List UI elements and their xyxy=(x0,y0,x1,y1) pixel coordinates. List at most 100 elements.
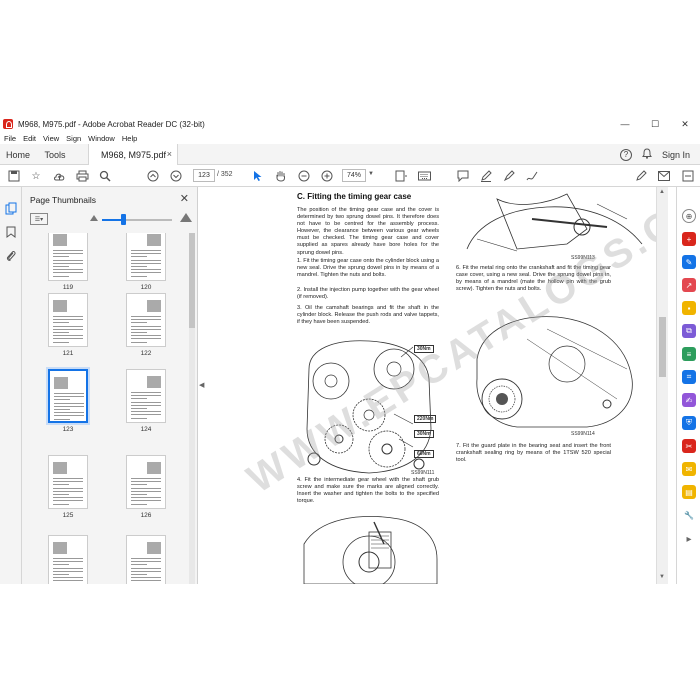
menu-view[interactable]: View xyxy=(43,134,59,143)
email-icon[interactable] xyxy=(656,168,672,184)
redact-icon[interactable]: ✂ xyxy=(682,439,696,453)
page-thumbnail[interactable] xyxy=(48,455,88,509)
menu-help[interactable]: Help xyxy=(122,134,137,143)
large-thumbnail-icon xyxy=(180,213,192,222)
menu-window[interactable]: Window xyxy=(88,134,115,143)
edit-pdf-icon[interactable]: ✎ xyxy=(682,255,696,269)
protect-icon[interactable]: ⛨ xyxy=(682,416,696,430)
scroll-down-icon[interactable]: ▼ xyxy=(659,574,665,580)
tab-home[interactable]: Home xyxy=(0,144,36,165)
thumbnail-text-line xyxy=(131,316,161,317)
more-tools-icon[interactable] xyxy=(680,168,696,184)
search-icon[interactable] xyxy=(97,168,113,184)
page-number-input[interactable]: 123 xyxy=(193,169,215,182)
document-scrollbar[interactable]: ▲ ▼ xyxy=(656,187,668,584)
thumbnail-text-line xyxy=(53,325,83,327)
page-thumbnail[interactable] xyxy=(126,233,166,281)
tab-tools[interactable]: Tools xyxy=(36,144,74,165)
page-display-icon[interactable] xyxy=(393,168,409,184)
page-thumbnail[interactable] xyxy=(126,535,166,584)
minimize-button[interactable]: — xyxy=(610,116,640,132)
zoom-out-icon[interactable] xyxy=(296,168,312,184)
select-cursor-icon[interactable] xyxy=(250,168,266,184)
collapse-panel-icon[interactable]: ◀ xyxy=(199,381,204,389)
zoom-in-icon[interactable] xyxy=(319,168,335,184)
thumbnail-text-line xyxy=(131,417,147,419)
page-up-icon[interactable] xyxy=(145,168,161,184)
keyboard-icon[interactable] xyxy=(416,168,432,184)
thumbnail-text-line xyxy=(131,269,161,271)
page-down-icon[interactable] xyxy=(168,168,184,184)
scan-ocr-icon[interactable]: ⌗ xyxy=(682,370,696,384)
thumbnail-scrollbar-thumb[interactable] xyxy=(189,233,195,328)
hand-tool-icon[interactable] xyxy=(273,168,289,184)
highlight-pen-icon[interactable] xyxy=(478,168,494,184)
thumbnail-text-line xyxy=(53,481,83,483)
zoom-level-select[interactable]: 74% xyxy=(342,169,366,182)
sign-pen-icon[interactable] xyxy=(633,168,649,184)
menu-file[interactable]: File xyxy=(4,134,16,143)
more-tools-wrench-icon[interactable]: 🔧 xyxy=(682,508,696,522)
compare-files-icon[interactable]: ▤ xyxy=(682,485,696,499)
thumbnail-text-line xyxy=(53,561,83,563)
page-thumbnail[interactable] xyxy=(126,455,166,509)
page-thumbnail[interactable] xyxy=(48,233,88,281)
thumbnail-text-line xyxy=(53,275,69,277)
bell-icon[interactable] xyxy=(642,147,652,162)
page-thumbnail[interactable] xyxy=(126,369,166,423)
organize-pages-icon[interactable]: ≡ xyxy=(682,347,696,361)
page-thumbnail[interactable] xyxy=(48,535,88,584)
thumbnail-text-line xyxy=(131,250,161,251)
thumbnail-text-line xyxy=(53,487,83,489)
thumbnail-image-block xyxy=(53,542,67,554)
thumbnail-scrollbar[interactable] xyxy=(189,233,195,584)
thumbnail-text-line xyxy=(131,404,161,406)
collapse-tools-icon[interactable]: ▸ xyxy=(682,532,696,546)
menu-edit[interactable]: Edit xyxy=(23,134,36,143)
print-icon[interactable] xyxy=(74,168,90,184)
save-icon[interactable] xyxy=(6,168,22,184)
thumbnail-text-line xyxy=(53,341,69,343)
thumbnail-text-line xyxy=(53,570,83,572)
tab-close-button[interactable]: × xyxy=(167,149,172,159)
menu-sign[interactable]: Sign xyxy=(66,134,81,143)
thumbnail-text-line xyxy=(53,328,83,330)
help-icon[interactable]: ? xyxy=(619,148,632,161)
thumbnail-text-line xyxy=(53,316,83,317)
scroll-up-icon[interactable]: ▲ xyxy=(659,189,665,195)
tab-document[interactable]: M968, M975.pdf × xyxy=(88,144,178,165)
thumbnail-page-number: 121 xyxy=(62,350,74,357)
panel-close-button[interactable]: ✕ xyxy=(180,192,189,205)
combine-files-icon[interactable]: ⧉ xyxy=(682,324,696,338)
maximize-button[interactable]: ☐ xyxy=(640,116,670,132)
sign-in-link[interactable]: Sign In xyxy=(662,150,690,160)
attachment-icon[interactable] xyxy=(4,249,18,263)
thumbnail-text-line xyxy=(53,577,83,579)
document-scrollbar-thumb[interactable] xyxy=(659,317,666,377)
fill-and-sign-icon[interactable]: ✍ xyxy=(682,393,696,407)
page-thumbnails-icon[interactable] xyxy=(4,201,18,215)
comment-tool-icon[interactable]: ▪ xyxy=(682,301,696,315)
page-thumbnail[interactable] xyxy=(126,293,166,347)
chevron-down-icon[interactable]: ▼ xyxy=(368,171,374,177)
comment-icon[interactable] xyxy=(455,168,471,184)
slider-handle[interactable] xyxy=(121,214,126,225)
bookmark-icon[interactable] xyxy=(4,225,18,239)
thumbnail-text-line xyxy=(53,580,83,582)
close-window-button[interactable]: ✕ xyxy=(670,116,700,132)
thumbnail-options-icon[interactable]: ☰▾ xyxy=(30,213,48,225)
create-pdf-icon[interactable]: + xyxy=(682,232,696,246)
page-thumbnail[interactable] xyxy=(48,369,88,423)
page-thumbnail[interactable] xyxy=(48,293,88,347)
thumbnail-text-line xyxy=(131,341,147,343)
export-pdf-icon[interactable]: ↗ xyxy=(682,278,696,292)
thumbnail-text-line xyxy=(53,322,69,324)
thumbnail-text-line xyxy=(53,567,83,569)
send-for-comments-icon[interactable]: ✉ xyxy=(682,462,696,476)
draw-icon[interactable] xyxy=(501,168,517,184)
star-icon[interactable]: ☆ xyxy=(28,168,44,184)
cloud-upload-icon[interactable] xyxy=(51,168,67,184)
thumbnail-text-line xyxy=(54,409,70,410)
zoom-search-icon[interactable]: ⊕ xyxy=(682,209,696,223)
fill-sign-icon[interactable] xyxy=(524,168,540,184)
